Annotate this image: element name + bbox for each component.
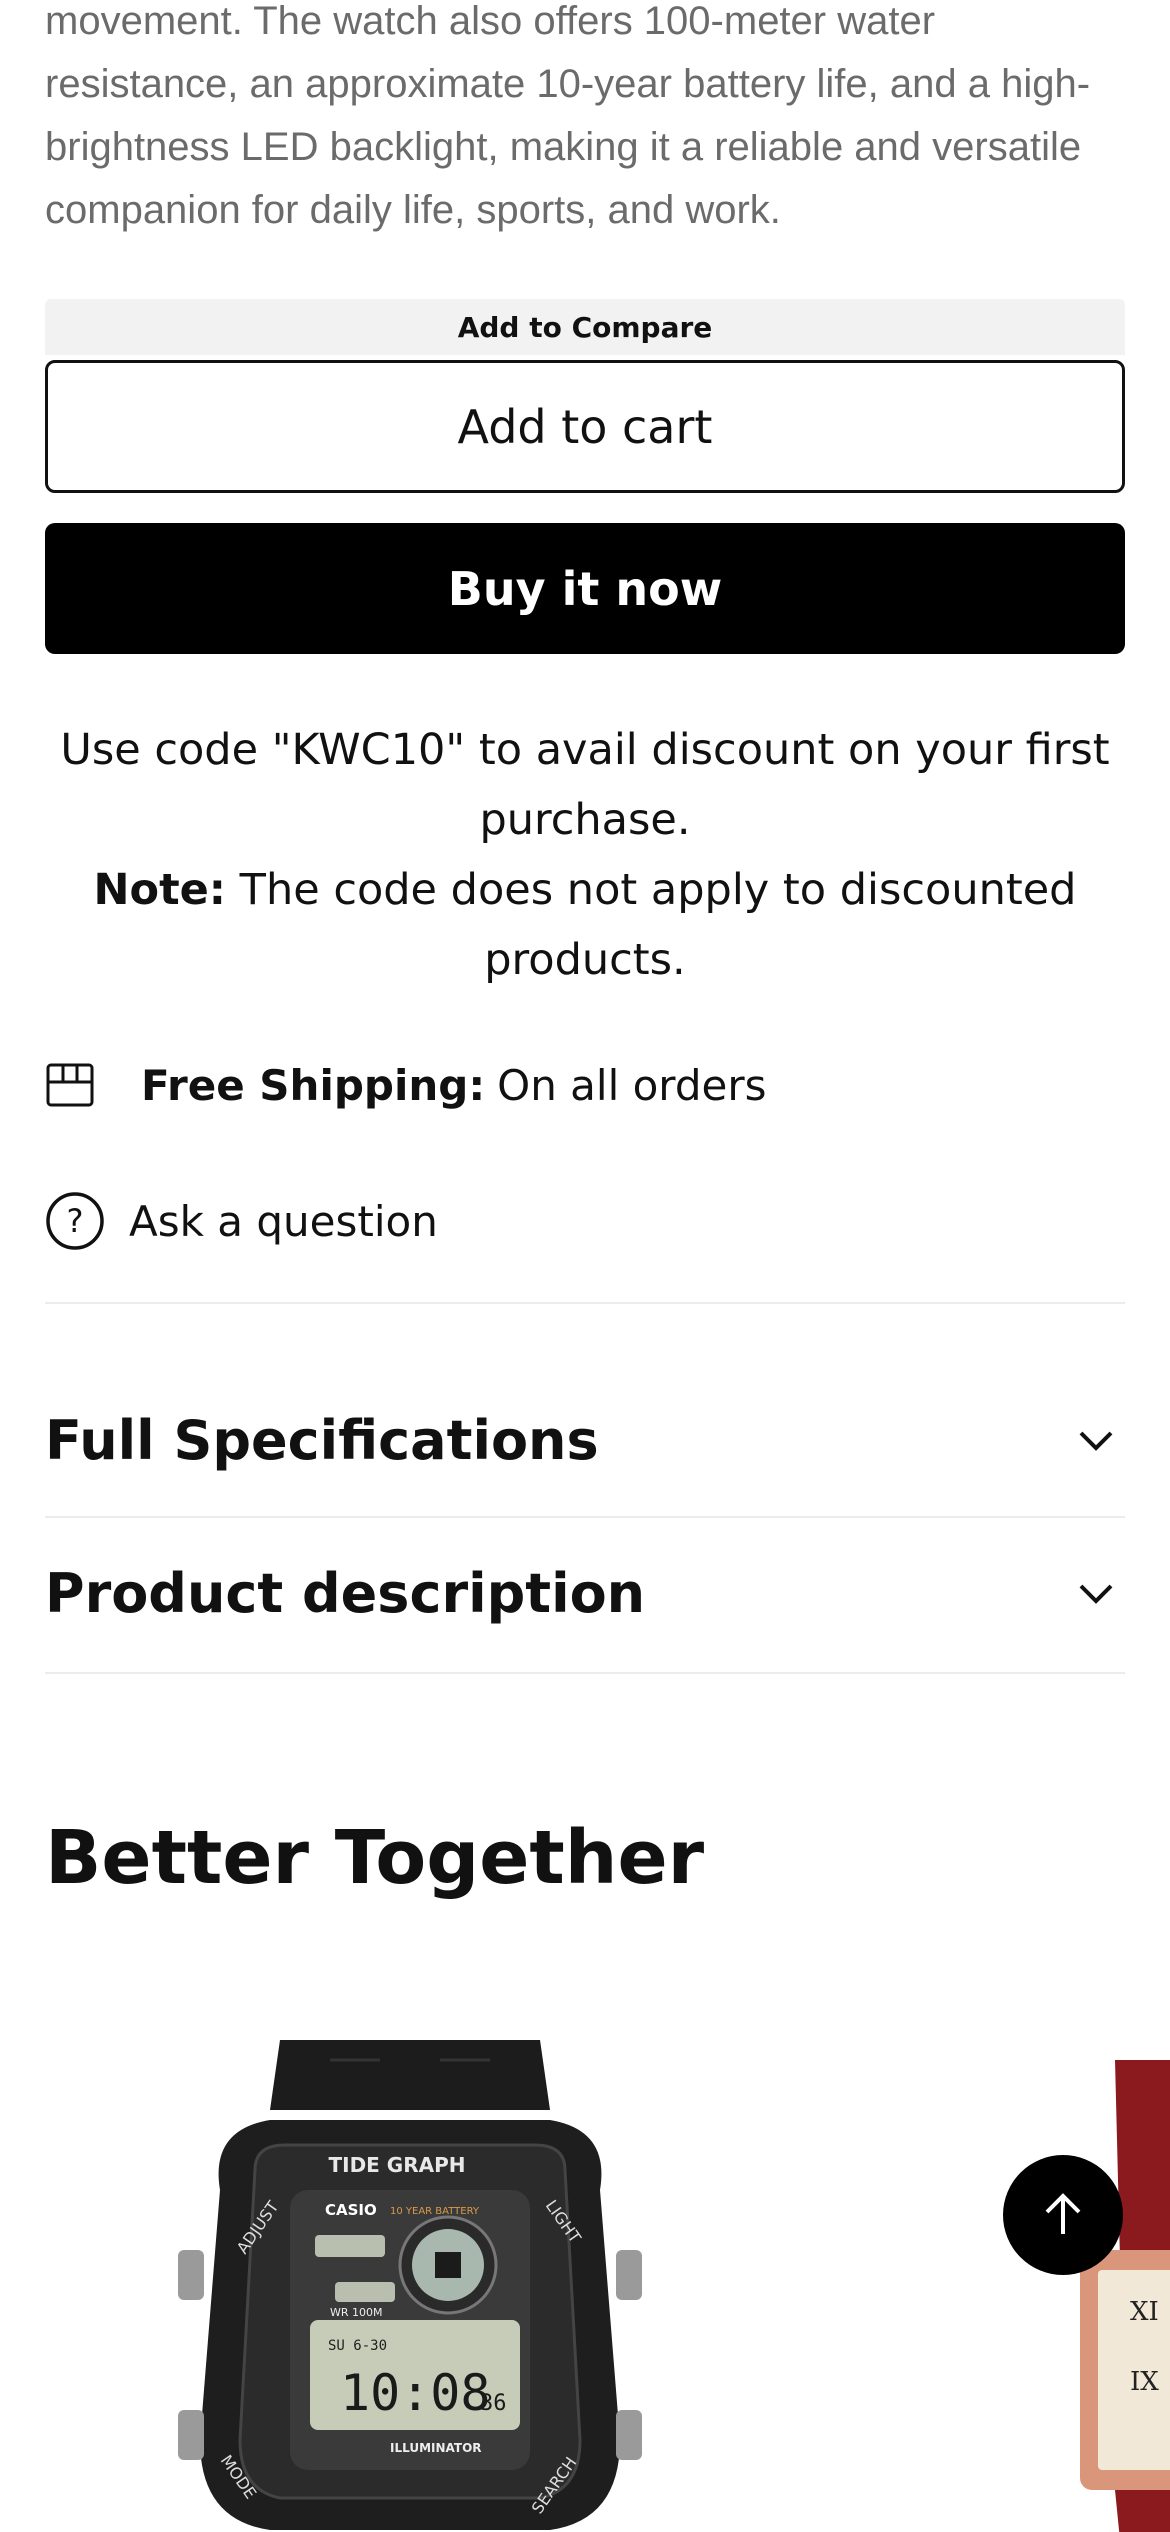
watch-wr-label: WR 100M <box>330 2306 383 2319</box>
add-to-compare-button[interactable]: Add to Compare <box>45 299 1125 355</box>
svg-text:?: ? <box>67 1202 84 1240</box>
shipping-label: Free Shipping: <box>141 1060 486 1110</box>
promo-note-label: Note: <box>93 865 226 915</box>
better-together-heading: Better Together <box>45 1815 705 1901</box>
free-shipping-info: Free Shipping: On all orders <box>45 1055 767 1115</box>
svg-text:XI: XI <box>1130 2297 1159 2327</box>
add-to-cart-button[interactable]: Add to cart <box>45 360 1125 493</box>
accordion-product-description[interactable]: Product description <box>45 1538 1125 1648</box>
ask-question-link[interactable]: ? Ask a question <box>45 1190 438 1252</box>
watch-seconds-display: 36 <box>480 2391 507 2416</box>
product-image-second-watch[interactable]: XI IX <box>1060 2060 1170 2532</box>
divider <box>45 1672 1125 1674</box>
divider <box>45 1516 1125 1518</box>
product-image-tide-graph-watch[interactable]: TIDE GRAPH ADJUST LIGHT MODE SEARCH CASI… <box>150 2020 670 2532</box>
ask-question-label: Ask a question <box>129 1196 438 1246</box>
promo-message: Use code "KWC10" to avail discount on yo… <box>45 715 1125 995</box>
chevron-down-icon <box>1079 1584 1113 1604</box>
chevron-down-icon <box>1079 1431 1113 1451</box>
promo-note: Note: The code does not apply to discoun… <box>45 855 1125 995</box>
scroll-to-top-button[interactable] <box>1003 2155 1123 2275</box>
svg-text:IX: IX <box>1130 2367 1159 2397</box>
buy-it-now-button[interactable]: Buy it now <box>45 523 1125 654</box>
watch-time-display: 10:08 <box>340 2364 491 2422</box>
watch-illuminator-label: ILLUMINATOR <box>390 2441 482 2455</box>
accordion-title: Product description <box>45 1561 646 1625</box>
watch-top-label: TIDE GRAPH <box>328 2153 465 2177</box>
promo-note-text: The code does not apply to discounted pr… <box>239 865 1077 985</box>
watch-brand-label: CASIO <box>325 2201 377 2219</box>
shipping-text: On all orders <box>497 1060 767 1110</box>
box-icon <box>46 1063 94 1107</box>
product-description-text: movement. The watch also offers 100-mete… <box>45 0 1091 232</box>
accordion-full-specifications[interactable]: Full Specifications <box>45 1385 1125 1495</box>
promo-code-text: Use code "KWC10" to avail discount on yo… <box>60 725 1110 845</box>
watch-battery-label: 10 YEAR BATTERY <box>390 2206 480 2217</box>
product-page: movement. The watch also offers 100-mete… <box>0 0 1170 2532</box>
divider <box>45 1302 1125 1304</box>
question-circle-icon: ? <box>46 1192 104 1250</box>
watch-date-display: SU 6-30 <box>328 2338 387 2354</box>
accordion-title: Full Specifications <box>45 1408 599 1472</box>
arrow-up-icon <box>1045 2193 1081 2234</box>
